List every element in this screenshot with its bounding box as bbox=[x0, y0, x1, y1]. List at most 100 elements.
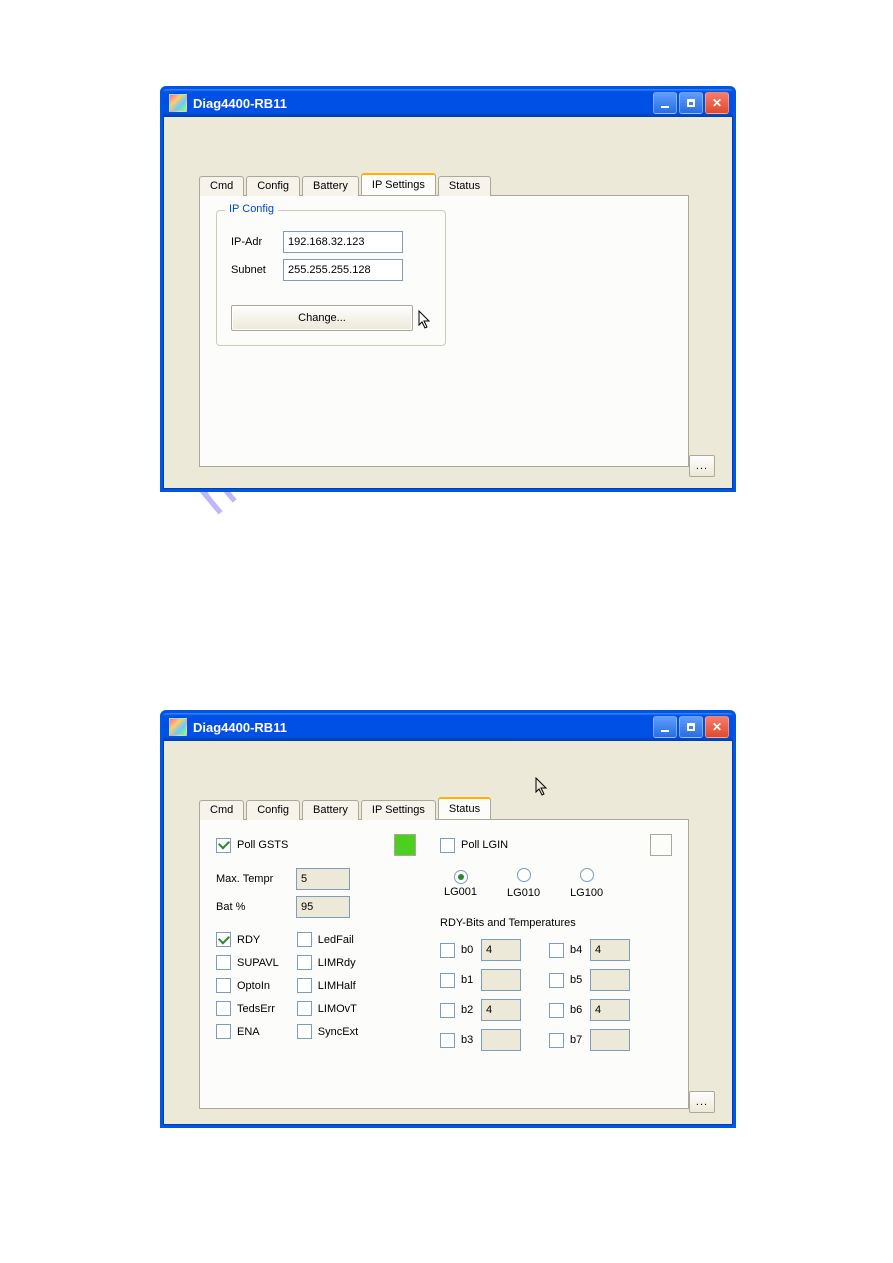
poll-gsts-checkbox[interactable] bbox=[216, 838, 231, 853]
b6-value bbox=[590, 999, 630, 1021]
ledfail-checkbox[interactable] bbox=[297, 932, 312, 947]
cursor-icon bbox=[418, 310, 432, 330]
poll-lgin-label: Poll LGIN bbox=[461, 839, 508, 851]
b5-label: b5 bbox=[570, 974, 590, 986]
optoin-label: OptoIn bbox=[237, 980, 270, 992]
limhalf-label: LIMHalf bbox=[318, 980, 356, 992]
b4-label: b4 bbox=[570, 944, 590, 956]
b6-checkbox[interactable] bbox=[549, 1003, 564, 1018]
b2-value bbox=[481, 999, 521, 1021]
b0-value bbox=[481, 939, 521, 961]
tedserr-checkbox[interactable] bbox=[216, 1001, 231, 1016]
tab-status[interactable]: Status bbox=[438, 176, 491, 196]
limovt-label: LIMOvT bbox=[318, 1003, 357, 1015]
ip-config-group-label: IP Config bbox=[225, 203, 278, 215]
lg100-radio[interactable] bbox=[580, 868, 594, 882]
lg001-label: LG001 bbox=[444, 886, 477, 898]
syncext-label: SyncExt bbox=[318, 1026, 358, 1038]
flags-col-right: LedFail LIMRdy LIMHalf LIMOvT SyncExt bbox=[297, 932, 358, 1039]
ellipsis-button[interactable] bbox=[689, 1091, 715, 1113]
b5-checkbox[interactable] bbox=[549, 973, 564, 988]
b1-label: b1 bbox=[461, 974, 481, 986]
limhalf-checkbox[interactable] bbox=[297, 978, 312, 993]
b7-checkbox[interactable] bbox=[549, 1033, 564, 1048]
b6-label: b6 bbox=[570, 1004, 590, 1016]
ledfail-label: LedFail bbox=[318, 934, 354, 946]
tab-cmd[interactable]: Cmd bbox=[199, 176, 244, 196]
app-icon bbox=[169, 94, 187, 112]
b0-label: b0 bbox=[461, 944, 481, 956]
max-tempr-label: Max. Tempr bbox=[216, 873, 296, 885]
b2-checkbox[interactable] bbox=[440, 1003, 455, 1018]
bat-pct-label: Bat % bbox=[216, 901, 296, 913]
tab-cmd[interactable]: Cmd bbox=[199, 800, 244, 820]
limovt-checkbox[interactable] bbox=[297, 1001, 312, 1016]
lgin-indicator bbox=[650, 834, 672, 856]
titlebar[interactable]: Diag4400-RB11 bbox=[163, 89, 733, 117]
tab-strip: Cmd Config Battery IP Settings Status bbox=[199, 797, 719, 819]
tab-strip: Cmd Config Battery IP Settings Status bbox=[199, 173, 719, 195]
b2-label: b2 bbox=[461, 1004, 481, 1016]
minimize-button[interactable] bbox=[653, 716, 677, 738]
optoin-checkbox[interactable] bbox=[216, 978, 231, 993]
b0-checkbox[interactable] bbox=[440, 943, 455, 958]
b5-value bbox=[590, 969, 630, 991]
tab-ip-settings[interactable]: IP Settings bbox=[361, 173, 436, 195]
ena-checkbox[interactable] bbox=[216, 1024, 231, 1039]
b7-value bbox=[590, 1029, 630, 1051]
maximize-button[interactable] bbox=[679, 92, 703, 114]
tab-status[interactable]: Status bbox=[438, 797, 491, 819]
tab-config[interactable]: Config bbox=[246, 800, 300, 820]
b1-checkbox[interactable] bbox=[440, 973, 455, 988]
ip-adr-label: IP-Adr bbox=[231, 236, 283, 248]
ena-label: ENA bbox=[237, 1026, 260, 1038]
limrdy-label: LIMRdy bbox=[318, 957, 356, 969]
b7-label: b7 bbox=[570, 1034, 590, 1046]
window-title: Diag4400-RB11 bbox=[193, 96, 653, 111]
window-status: Diag4400-RB11 Cmd Config Battery IP Sett… bbox=[160, 710, 736, 1128]
rdy-label: RDY bbox=[237, 934, 260, 946]
supavl-checkbox[interactable] bbox=[216, 955, 231, 970]
bat-pct-value bbox=[296, 896, 350, 918]
lg010-radio[interactable] bbox=[517, 868, 531, 882]
minimize-button[interactable] bbox=[653, 92, 677, 114]
poll-lgin-checkbox[interactable] bbox=[440, 838, 455, 853]
gsts-indicator bbox=[394, 834, 416, 856]
change-button[interactable]: Change... bbox=[231, 305, 413, 331]
b3-checkbox[interactable] bbox=[440, 1033, 455, 1048]
close-button[interactable] bbox=[705, 716, 729, 738]
flags-col-left: RDY SUPAVL OptoIn TedsErr ENA bbox=[216, 932, 279, 1039]
tab-battery[interactable]: Battery bbox=[302, 176, 359, 196]
b4-value bbox=[590, 939, 630, 961]
ip-adr-input[interactable] bbox=[283, 231, 403, 253]
syncext-checkbox[interactable] bbox=[297, 1024, 312, 1039]
tab-config[interactable]: Config bbox=[246, 176, 300, 196]
close-button[interactable] bbox=[705, 92, 729, 114]
ip-config-group: IP Config IP-Adr Subnet Change... bbox=[216, 210, 446, 346]
ellipsis-button[interactable] bbox=[689, 455, 715, 477]
b3-value bbox=[481, 1029, 521, 1051]
subnet-label: Subnet bbox=[231, 264, 283, 276]
subnet-input[interactable] bbox=[283, 259, 403, 281]
window-title: Diag4400-RB11 bbox=[193, 720, 653, 735]
tab-battery[interactable]: Battery bbox=[302, 800, 359, 820]
max-tempr-value bbox=[296, 868, 350, 890]
lg100-label: LG100 bbox=[570, 887, 603, 899]
app-icon bbox=[169, 718, 187, 736]
b3-label: b3 bbox=[461, 1034, 481, 1046]
tedserr-label: TedsErr bbox=[237, 1003, 275, 1015]
poll-gsts-label: Poll GSTS bbox=[237, 839, 288, 851]
rdy-bits-title: RDY-Bits and Temperatures bbox=[440, 917, 672, 929]
b4-checkbox[interactable] bbox=[549, 943, 564, 958]
maximize-button[interactable] bbox=[679, 716, 703, 738]
rdy-checkbox[interactable] bbox=[216, 932, 231, 947]
tab-ip-settings[interactable]: IP Settings bbox=[361, 800, 436, 820]
supavl-label: SUPAVL bbox=[237, 957, 279, 969]
lg010-label: LG010 bbox=[507, 887, 540, 899]
limrdy-checkbox[interactable] bbox=[297, 955, 312, 970]
lg001-radio[interactable] bbox=[454, 870, 468, 884]
cursor-icon bbox=[535, 777, 549, 797]
tab-page-status: Poll GSTS Max. Tempr Bat % RDY SUPAVL bbox=[199, 819, 689, 1109]
b1-value bbox=[481, 969, 521, 991]
titlebar[interactable]: Diag4400-RB11 bbox=[163, 713, 733, 741]
